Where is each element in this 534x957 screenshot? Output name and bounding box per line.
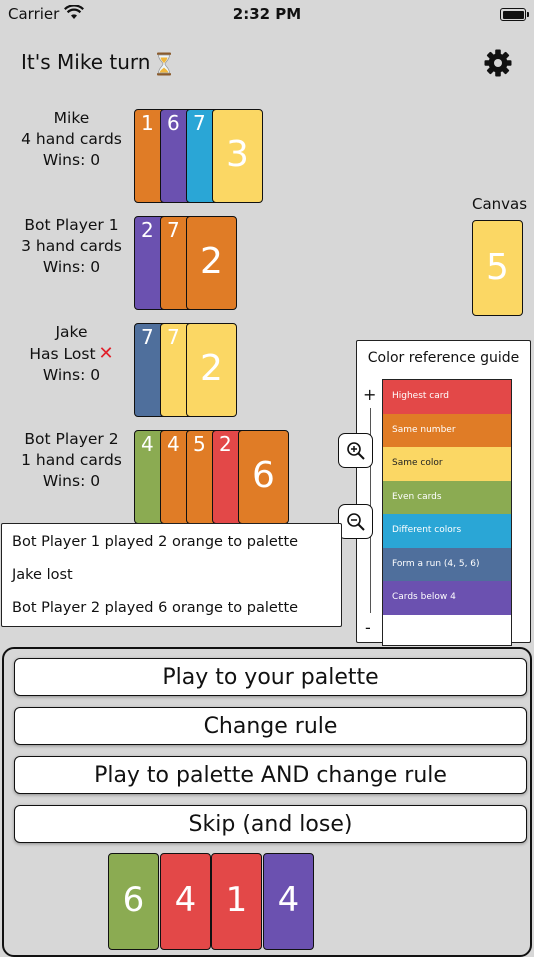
hand-card-value: 4 — [277, 880, 300, 920]
card-value: 7 — [167, 218, 180, 242]
battery-icon — [500, 8, 529, 21]
player-wins: Wins: 0 — [42, 258, 101, 276]
game-log: Bot Player 1 played 2 orange to palette … — [1, 523, 342, 627]
color-reference-guide: Color reference guide + - Highest card S… — [356, 340, 531, 646]
rule-swatch[interactable]: Even cards — [383, 480, 511, 514]
zoom-plus-label: + — [363, 385, 377, 404]
card-value: 7 — [167, 325, 180, 349]
play-to-palette-button[interactable]: Play to your palette — [14, 658, 527, 696]
player-status: 1 hand cards — [21, 451, 122, 469]
player-name: Bot Player 2 — [24, 430, 119, 448]
hand-card-value: 6 — [122, 880, 145, 920]
palette-top-card: 3 — [212, 109, 263, 203]
player-status: Has Lost — [29, 345, 96, 363]
hourglass-icon — [157, 52, 172, 75]
status-bar: Carrier 2:32 PM — [0, 0, 534, 30]
clock: 2:32 PM — [232, 5, 302, 23]
card-value: 1 — [141, 111, 154, 135]
hand-card-value: 4 — [174, 880, 197, 920]
palette-top-card: 2 — [186, 216, 237, 310]
rule-swatch[interactable]: Same number — [383, 413, 511, 447]
play-and-change-rule-button[interactable]: Play to palette AND change rule — [14, 756, 527, 794]
rule-swatch[interactable]: Cards below 4 — [383, 581, 511, 615]
hand-card-value: 1 — [225, 880, 248, 920]
card-value: 7 — [193, 111, 206, 135]
rule-swatch[interactable]: Form a run (4, 5, 6) — [383, 547, 511, 581]
zoom-in-button[interactable] — [338, 433, 373, 468]
canvas-card-value: 5 — [486, 247, 509, 288]
rule-swatch[interactable]: Different colors — [383, 514, 511, 548]
lost-x-icon: ✕ — [98, 343, 114, 364]
player-status: 3 hand cards — [21, 237, 122, 255]
canvas-label: Canvas — [472, 195, 528, 213]
player-bot2-info: Bot Player 2 1 hand cards Wins: 0 — [0, 429, 143, 492]
player-mike-info: Mike 4 hand cards Wins: 0 — [0, 108, 143, 171]
card-value: 3 — [226, 134, 249, 175]
player-name: Bot Player 1 — [24, 216, 119, 234]
card-value: 4 — [141, 432, 154, 456]
card-value: 2 — [200, 348, 223, 389]
rule-swatch[interactable]: Highest card — [383, 380, 511, 414]
turn-title-text: It's Mike turn — [21, 50, 151, 74]
player-wins: Wins: 0 — [42, 151, 101, 169]
player-name: Mike — [53, 109, 90, 127]
canvas-card: 5 — [472, 220, 523, 316]
zoom-minus-label: - — [365, 618, 371, 637]
hand-card[interactable]: 6 — [108, 853, 159, 950]
skip-and-lose-button[interactable]: Skip (and lose) — [14, 805, 527, 843]
log-entry: Jake lost — [12, 567, 73, 583]
hand-card[interactable]: 1 — [211, 853, 262, 950]
player-status: 4 hand cards — [21, 130, 122, 148]
player-bot1-info: Bot Player 1 3 hand cards Wins: 0 — [0, 215, 143, 278]
hand-card[interactable]: 4 — [263, 853, 314, 950]
card-value: 5 — [193, 432, 206, 456]
player-wins: Wins: 0 — [42, 472, 101, 490]
rule-swatch-list: Highest card Same number Same color Even… — [382, 379, 512, 646]
player-jake-info: Jake Has Lost ✕ Wins: 0 — [0, 322, 143, 386]
log-entry: Bot Player 1 played 2 orange to palette — [12, 534, 299, 550]
zoom-out-icon — [347, 513, 365, 531]
palette-top-card: 6 — [238, 430, 289, 524]
card-value: 6 — [167, 111, 180, 135]
card-value: 4 — [167, 432, 180, 456]
card-value: 2 — [141, 218, 154, 242]
turn-title: It's Mike turn — [21, 50, 172, 76]
settings-gear-icon[interactable] — [484, 49, 512, 77]
hand-card[interactable]: 4 — [160, 853, 211, 950]
rule-swatch[interactable]: Same color — [383, 447, 511, 481]
card-value: 2 — [200, 241, 223, 282]
player-wins: Wins: 0 — [42, 366, 101, 384]
log-entry: Bot Player 2 played 6 orange to palette — [12, 600, 299, 616]
change-rule-button[interactable]: Change rule — [14, 707, 527, 745]
palette-top-card: 2 — [186, 323, 237, 417]
zoom-in-icon — [347, 442, 365, 460]
guide-title: Color reference guide — [367, 350, 520, 366]
zoom-out-button[interactable] — [338, 504, 373, 539]
card-value: 6 — [252, 455, 275, 496]
player-name: Jake — [55, 323, 88, 341]
card-value: 7 — [141, 325, 154, 349]
card-value: 2 — [219, 432, 232, 456]
rule-swatch-empty — [383, 614, 511, 645]
